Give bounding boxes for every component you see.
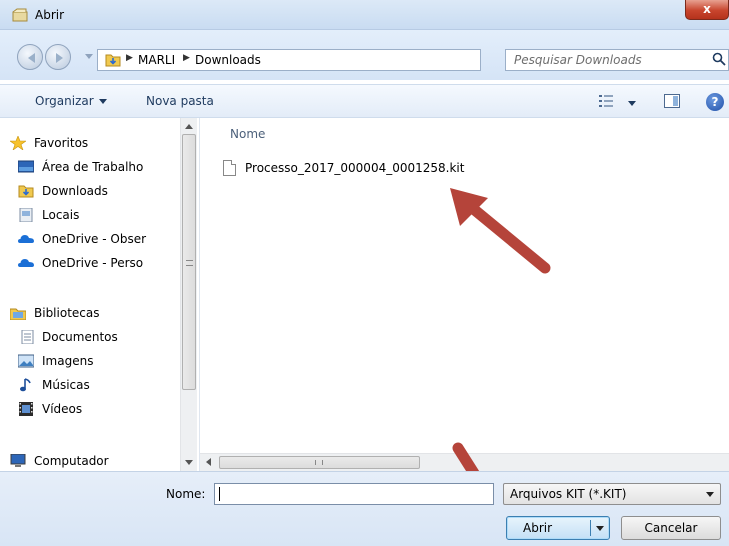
recent-locations-dropdown[interactable]: [85, 54, 93, 59]
sidebar-item-videos[interactable]: Vídeos: [0, 400, 182, 420]
sidebar-item-downloads[interactable]: Downloads: [0, 182, 182, 202]
sidebar-item-label: Vídeos: [42, 402, 83, 416]
onedrive-icon: [18, 235, 34, 243]
sidebar-item-label: OneDrive - Obser: [42, 232, 147, 246]
open-button[interactable]: Abrir: [506, 516, 610, 540]
scroll-thumb[interactable]: [219, 456, 420, 469]
star-icon: [10, 136, 26, 150]
videos-icon: [19, 402, 33, 416]
split-divider: [590, 520, 591, 536]
change-view-icon[interactable]: [599, 95, 613, 107]
downloads-folder-icon: [105, 54, 121, 67]
pictures-icon: [18, 354, 34, 368]
organize-label: Organizar: [35, 94, 94, 108]
sidebar-item-label: OneDrive - Perso: [42, 256, 144, 270]
sidebar-item-documentos[interactable]: Documentos: [0, 328, 182, 348]
window-title: Abrir: [35, 8, 65, 22]
forward-button[interactable]: [45, 44, 71, 70]
sidebar-item-label: Músicas: [42, 378, 90, 392]
sidebar-item-label: Downloads: [42, 184, 108, 198]
sidebar-item-bibliotecas[interactable]: Bibliotecas: [0, 304, 182, 324]
sidebar-item-label: Área de Trabalho: [42, 160, 144, 174]
chevron-down-icon: [98, 99, 107, 104]
title-bar: Abrir x: [0, 0, 729, 30]
back-button[interactable]: [17, 44, 43, 70]
search-placeholder: Pesquisar Downloads: [514, 53, 642, 67]
navigation-pane: Favoritos Área de Trabalho Downloads Loc…: [0, 118, 200, 471]
search-icon[interactable]: [712, 52, 726, 66]
address-bar[interactable]: ▶ MARLI ▶ Downloads: [97, 49, 585, 71]
file-name: Processo_2017_000004_0001258.kit: [245, 161, 465, 175]
preview-pane-icon[interactable]: [664, 94, 680, 108]
sidebar-item-onedrive-perso[interactable]: OneDrive - Perso: [0, 254, 182, 274]
open-options-arrow-icon[interactable]: [596, 526, 604, 531]
scroll-up-arrow-icon[interactable]: [185, 124, 193, 129]
organize-menu-button[interactable]: Organizar: [35, 94, 107, 108]
scroll-left-arrow-icon[interactable]: [206, 458, 211, 466]
recent-places-icon: [19, 208, 33, 222]
grip-icon: [315, 460, 323, 465]
breadcrumb-marli[interactable]: MARLI: [138, 53, 175, 67]
nav-pane-scrollbar[interactable]: [180, 118, 197, 471]
sidebar-item-locais[interactable]: Locais: [0, 206, 182, 226]
help-icon[interactable]: ?: [706, 93, 724, 111]
open-dialog-icon: [12, 8, 28, 22]
breadcrumb-downloads[interactable]: Downloads: [195, 53, 261, 67]
sidebar-item-favoritos[interactable]: Favoritos: [0, 134, 182, 154]
filename-label: Nome:: [166, 487, 206, 501]
scroll-down-arrow-icon[interactable]: [185, 460, 193, 465]
command-toolbar: Organizar Nova pasta ?: [0, 84, 729, 118]
close-button[interactable]: x: [685, 0, 729, 20]
file-list-horizontal-scrollbar[interactable]: [200, 453, 729, 471]
sidebar-item-label: Documentos: [42, 330, 118, 344]
sidebar-item-label: Bibliotecas: [34, 306, 100, 320]
music-icon: [20, 378, 31, 392]
sidebar-item-onedrive-obser[interactable]: OneDrive - Obser: [0, 230, 182, 250]
downloads-folder-icon: [18, 185, 34, 198]
sidebar-item-computador[interactable]: Computador: [0, 452, 182, 471]
breadcrumb-separator: ▶: [126, 53, 133, 63]
desktop-icon: [18, 160, 34, 173]
text-caret: [219, 487, 220, 501]
sidebar-item-label: Computador: [34, 454, 109, 468]
scroll-thumb[interactable]: [182, 134, 196, 390]
sidebar-item-imagens[interactable]: Imagens: [0, 352, 182, 372]
column-header-name[interactable]: Nome: [230, 127, 265, 141]
filename-input[interactable]: [214, 483, 494, 505]
sidebar-item-label: Imagens: [42, 354, 94, 368]
onedrive-icon: [18, 259, 34, 267]
libraries-icon: [10, 308, 26, 320]
file-type-filter-value: Arquivos KIT (*.KIT): [510, 487, 627, 501]
address-row: ▶ MARLI ▶ Downloads Pesquisar Downloads: [0, 30, 729, 80]
open-button-label: Abrir: [523, 521, 553, 535]
dialog-footer: Nome: Arquivos KIT (*.KIT) Abrir Cancela…: [0, 471, 729, 546]
sidebar-item-label: Locais: [42, 208, 80, 222]
new-folder-button[interactable]: Nova pasta: [146, 94, 214, 108]
chevron-down-icon: [706, 492, 714, 497]
search-input[interactable]: Pesquisar Downloads: [505, 49, 729, 71]
views-dropdown-arrow[interactable]: [628, 101, 636, 106]
computer-icon: [10, 454, 26, 467]
documents-icon: [21, 330, 34, 344]
breadcrumb-separator: ▶: [183, 53, 190, 63]
file-icon: [223, 160, 236, 176]
file-list-item[interactable]: Processo_2017_000004_0001258.kit: [219, 158, 481, 180]
sidebar-item-label: Favoritos: [34, 136, 89, 150]
sidebar-item-musicas[interactable]: Músicas: [0, 376, 182, 396]
cancel-button[interactable]: Cancelar: [621, 516, 721, 540]
sidebar-item-area-de-trabalho[interactable]: Área de Trabalho: [0, 158, 182, 178]
grip-icon: [186, 260, 193, 266]
file-type-filter-select[interactable]: Arquivos KIT (*.KIT): [503, 483, 721, 505]
file-list-pane[interactable]: Nome Processo_2017_000004_0001258.kit: [200, 118, 729, 453]
